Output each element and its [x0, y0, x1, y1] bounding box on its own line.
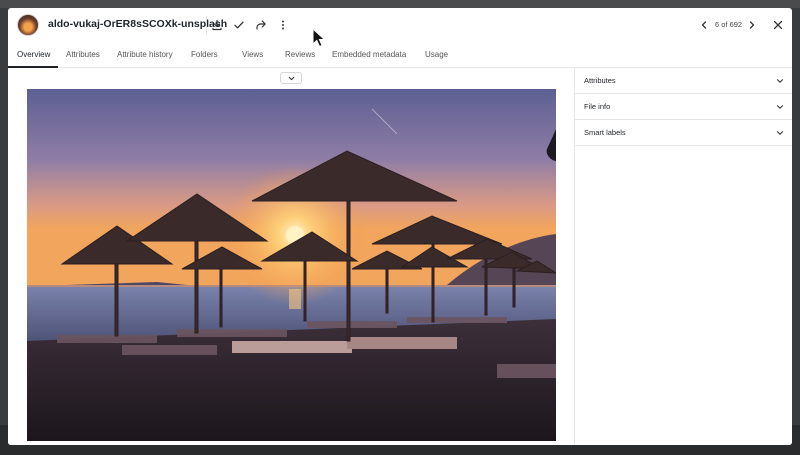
- tab-reviews[interactable]: Reviews: [285, 50, 315, 59]
- approve-button[interactable]: [230, 16, 248, 34]
- mouse-cursor-icon: [312, 28, 326, 48]
- share-icon: [256, 20, 266, 30]
- collapse-tabs-button[interactable]: [280, 72, 302, 84]
- tab-attributes[interactable]: Attributes: [66, 50, 100, 59]
- asset-preview-image[interactable]: [27, 89, 556, 441]
- modal-header: aldo-vukaj-OrER8sSCOXk-unsplash 6 of 692: [8, 8, 792, 44]
- chevron-left-icon: [701, 21, 707, 29]
- tab-views[interactable]: Views: [242, 50, 263, 59]
- asset-thumbnail: [17, 14, 39, 36]
- close-button[interactable]: [769, 16, 787, 34]
- next-asset-button[interactable]: [743, 16, 761, 34]
- preview-area: [8, 68, 574, 445]
- details-panel: Attributes File info Smart labels: [574, 68, 792, 445]
- asset-detail-modal: aldo-vukaj-OrER8sSCOXk-unsplash 6 of 692…: [8, 8, 792, 445]
- accordion-file-info[interactable]: File info: [575, 94, 792, 120]
- tab-folders[interactable]: Folders: [191, 50, 218, 59]
- accordion-label: Smart labels: [584, 128, 626, 137]
- chevron-down-icon: [776, 105, 784, 109]
- check-icon: [234, 21, 244, 29]
- chevron-down-icon: [776, 131, 784, 135]
- more-button[interactable]: [274, 16, 292, 34]
- accordion-smart-labels[interactable]: Smart labels: [575, 120, 792, 146]
- accordion-attributes[interactable]: Attributes: [575, 68, 792, 94]
- share-button[interactable]: [252, 16, 270, 34]
- chevron-down-icon: [288, 76, 294, 80]
- download-icon: [212, 19, 222, 31]
- backdrop-top: [0, 0, 800, 8]
- close-icon: [773, 20, 783, 30]
- chevron-down-icon: [776, 79, 784, 83]
- beach-sunset-photo: [27, 89, 556, 441]
- header-divider: [206, 16, 207, 34]
- accordion-label: Attributes: [584, 76, 616, 85]
- tab-bar: Overview Attributes Attribute history Fo…: [8, 44, 792, 68]
- tab-overview[interactable]: Overview: [17, 50, 50, 59]
- pager-position: 6 of 692: [715, 20, 743, 29]
- download-button[interactable]: [208, 16, 226, 34]
- tab-usage[interactable]: Usage: [425, 50, 448, 59]
- chevron-right-icon: [749, 21, 755, 29]
- tab-attribute-history[interactable]: Attribute history: [117, 50, 173, 59]
- accordion-label: File info: [584, 102, 611, 111]
- asset-title: aldo-vukaj-OrER8sSCOXk-unsplash: [48, 18, 228, 30]
- previous-asset-button[interactable]: [695, 16, 713, 34]
- tab-embedded-metadata[interactable]: Embedded metadata: [332, 50, 406, 59]
- more-vertical-icon: [282, 20, 284, 30]
